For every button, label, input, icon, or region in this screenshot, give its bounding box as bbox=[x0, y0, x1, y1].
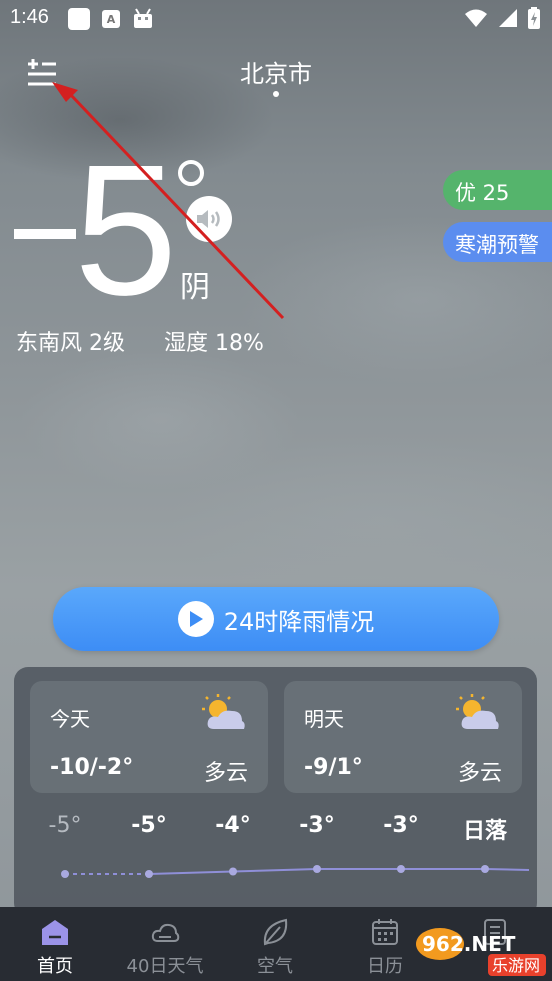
trend-segment bbox=[232, 868, 318, 873]
hour-temp: -5° bbox=[48, 813, 82, 838]
rain-24h-button[interactable]: 24时降雨情况 bbox=[53, 587, 499, 651]
trend-point bbox=[145, 870, 153, 878]
temperature-trend-line bbox=[61, 865, 530, 878]
temperature-minus-sign bbox=[14, 229, 76, 239]
nav-item-air[interactable]: 空气 bbox=[220, 907, 330, 981]
partly-cloudy-icon bbox=[456, 694, 499, 729]
home-icon bbox=[42, 920, 68, 945]
current-condition: 阴 bbox=[180, 270, 210, 305]
speaker-button[interactable] bbox=[186, 196, 232, 242]
nav-label: 空气 bbox=[257, 956, 293, 977]
trend-point bbox=[397, 865, 405, 873]
today-forecast-card[interactable]: 今天 -10/-2° 多云 bbox=[30, 681, 268, 793]
nav-label: 首页 bbox=[37, 956, 73, 977]
cold-wave-alert-badge[interactable]: 寒潮预警 bbox=[443, 222, 552, 262]
nav-label: 日历 bbox=[367, 956, 403, 977]
hour-temp: -3° bbox=[383, 813, 419, 838]
watermark-brand: 962.NET bbox=[422, 932, 516, 956]
trend-point bbox=[313, 865, 321, 873]
hourly-temperature-row: -5° -5° -4° -3° -3° 日落 bbox=[14, 813, 537, 844]
city-title[interactable]: 北京市 bbox=[0, 54, 552, 89]
wind-info: 东南风 2级 bbox=[16, 331, 125, 356]
site-watermark: 962.NET 乐游网 bbox=[416, 928, 546, 976]
hour-temp: -4° bbox=[215, 813, 251, 838]
status-icons-left: A bbox=[68, 8, 154, 30]
day-temp-range: -10/-2° bbox=[50, 755, 134, 780]
notification-square-icon bbox=[68, 8, 90, 30]
calendar-icon bbox=[372, 919, 398, 945]
tomorrow-forecast-card[interactable]: 明天 -9/1° 多云 bbox=[284, 681, 522, 793]
rain-button-label: 24时降雨情况 bbox=[223, 607, 375, 636]
trend-segment bbox=[148, 870, 234, 875]
nav-label: 40日天气 bbox=[126, 956, 204, 977]
humidity-info: 湿度 18% bbox=[164, 331, 264, 356]
nav-item-40-day[interactable]: 40日天气 bbox=[110, 907, 220, 981]
speaker-icon bbox=[197, 210, 220, 228]
trend-point bbox=[61, 870, 69, 878]
battery-charging-icon bbox=[528, 7, 540, 29]
page-indicator-dot bbox=[273, 91, 279, 97]
wifi-icon bbox=[465, 9, 487, 27]
current-temperature: 5 bbox=[74, 127, 178, 334]
forecast-panel: 今天 -10/-2° 多云 明天 -9/1° 多云 -5° -5° -4° -3… bbox=[14, 667, 537, 917]
partly-cloudy-icon bbox=[202, 694, 245, 729]
signal-icon bbox=[499, 9, 517, 27]
cloud-icon bbox=[151, 923, 180, 942]
app-a-icon: A bbox=[102, 10, 120, 28]
aqi-badge[interactable]: 优 25 bbox=[443, 170, 552, 210]
degree-symbol bbox=[178, 160, 204, 186]
day-condition: 多云 bbox=[457, 761, 502, 786]
trend-point bbox=[229, 867, 237, 876]
day-temp-range: -9/1° bbox=[304, 755, 363, 780]
day-name: 今天 bbox=[50, 707, 90, 731]
play-icon bbox=[177, 601, 214, 637]
watermark-sub: 乐游网 bbox=[492, 956, 540, 975]
hour-sunset-label: 日落 bbox=[462, 819, 507, 844]
nav-item-home[interactable]: 首页 bbox=[0, 907, 110, 981]
day-name: 明天 bbox=[304, 707, 344, 731]
trend-point bbox=[481, 865, 489, 873]
day-condition: 多云 bbox=[203, 761, 248, 786]
status-time: 1:46 bbox=[10, 6, 49, 28]
status-icons-right bbox=[464, 7, 540, 29]
hour-temp: -5° bbox=[131, 813, 167, 838]
status-bar: 1:46 A bbox=[0, 0, 552, 36]
trend-segment bbox=[484, 868, 530, 871]
leaf-icon bbox=[263, 918, 288, 946]
hour-temp: -3° bbox=[299, 813, 335, 838]
android-icon bbox=[134, 8, 152, 28]
